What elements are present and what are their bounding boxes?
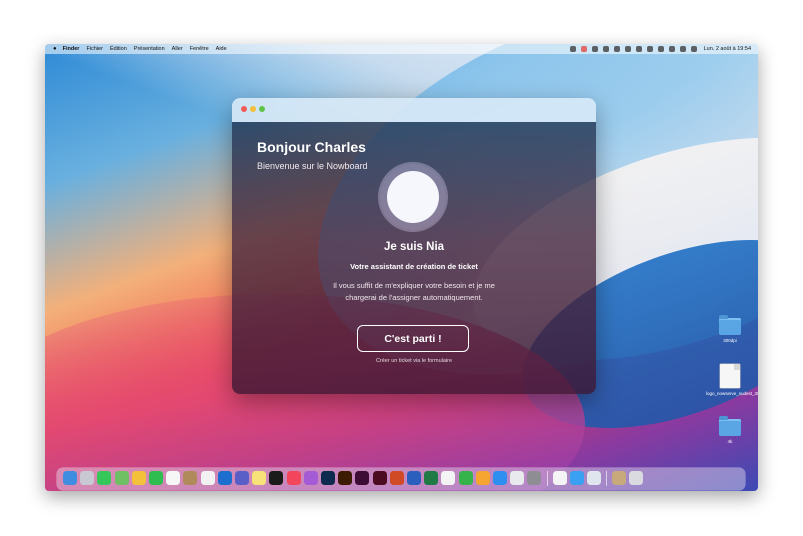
dock-app-store-icon[interactable] (493, 471, 507, 485)
folder-icon (719, 315, 741, 335)
folder-icon (719, 416, 741, 436)
status-app-icon[interactable] (602, 46, 609, 52)
assistant-name: Je suis Nia (383, 241, 445, 253)
assistant-avatar (380, 164, 446, 230)
dock-numbers-icon[interactable] (458, 471, 473, 485)
dock-tv-icon[interactable] (269, 471, 284, 485)
menu-go[interactable]: Aller (172, 46, 183, 52)
dock-podcasts-icon[interactable] (303, 471, 318, 485)
close-window-button[interactable] (241, 106, 247, 112)
dock-illustrator-icon[interactable] (338, 471, 353, 485)
dock-launchpad-icon[interactable] (80, 471, 95, 485)
assistant-role: Votre assistant de création de ticket (350, 262, 478, 271)
menu-view[interactable]: Présentation (134, 46, 165, 52)
control-center-icon[interactable] (679, 46, 686, 52)
assistant-avatar-circle (387, 171, 439, 223)
dock-trash-icon[interactable] (629, 471, 644, 485)
dock-maps-icon[interactable] (114, 471, 129, 485)
status-app-icon[interactable] (591, 46, 598, 52)
menu-app-name[interactable]: Finder (63, 46, 80, 52)
dock-chrome-icon[interactable] (510, 471, 525, 485)
dock-separator (606, 471, 608, 486)
dock-messages-icon[interactable] (97, 471, 112, 485)
menu-help[interactable]: Aide (216, 46, 227, 52)
minimize-window-button[interactable] (250, 106, 256, 112)
desktop-item-label: logo_nowserve_sudest_300dpi.eps (706, 391, 758, 396)
dock-photoshop-icon[interactable] (321, 471, 335, 485)
start-chat-button[interactable]: C'est parti ! (357, 325, 469, 352)
menu-window[interactable]: Fenêtre (190, 46, 209, 52)
dock-outlook-icon[interactable] (217, 471, 232, 485)
dock-pages-icon[interactable] (475, 471, 490, 485)
welcome-panel: Bonjour Charles Bienvenue sur le Nowboar… (232, 122, 596, 394)
search-icon[interactable] (668, 46, 675, 52)
menu-bar: ● Finder Fichier Édition Présentation Al… (45, 44, 758, 54)
dock-photos-icon[interactable] (131, 471, 146, 485)
dock-mail-icon[interactable] (569, 471, 584, 485)
desktop-item[interactable]: 4k (706, 416, 754, 445)
dock-facetime-icon[interactable] (149, 471, 163, 485)
document-icon (720, 364, 740, 388)
dock-music-icon[interactable] (286, 471, 301, 485)
dock-system-preferences-icon[interactable] (527, 471, 542, 485)
dock-reminders-icon[interactable] (200, 471, 215, 485)
dock-excel-icon[interactable] (424, 471, 439, 485)
dock-stocks-icon[interactable] (441, 471, 456, 485)
bluetooth-icon[interactable] (635, 46, 642, 52)
dock-downloads-stack-icon[interactable] (612, 471, 627, 485)
window-titlebar[interactable] (232, 98, 596, 122)
status-area: Lun. 2 août à 19:54 (569, 44, 751, 54)
welcome-subtitle: Bienvenue sur le Nowboard (257, 161, 368, 171)
status-app-icon[interactable] (580, 46, 587, 52)
desktop-item[interactable]: 300dpi (706, 315, 754, 344)
desktop-item-label: 300dpi (723, 338, 737, 343)
wifi-icon[interactable] (657, 46, 664, 52)
dock-contacts-icon[interactable] (183, 471, 198, 485)
dock-xd-icon[interactable] (355, 471, 370, 485)
dock-preview-icon[interactable] (587, 471, 601, 485)
dock-calendar-icon[interactable] (166, 471, 181, 485)
desktop-screen: ● Finder Fichier Édition Présentation Al… (45, 44, 758, 491)
status-app-icon[interactable] (569, 46, 576, 52)
dock-word-icon[interactable] (407, 471, 421, 485)
nowboard-window: Bonjour Charles Bienvenue sur le Nowboar… (232, 98, 596, 394)
dock-finder-icon[interactable] (63, 471, 77, 485)
desktop-item-label: 4k (727, 439, 733, 444)
zoom-window-button[interactable] (259, 106, 265, 112)
menu-clock[interactable]: Lun. 2 août à 19:54 (704, 46, 751, 52)
create-ticket-form-link[interactable]: Créer un ticket via le formulaire (232, 358, 596, 364)
apple-menu-icon[interactable]: ● (53, 46, 57, 52)
dock-notes-icon[interactable] (252, 471, 267, 485)
dock-powerpoint-icon[interactable] (389, 471, 404, 485)
greeting-title: Bonjour Charles (257, 139, 366, 155)
dock-icloud-icon[interactable] (552, 471, 567, 485)
menu-file[interactable]: Fichier (86, 46, 103, 52)
desktop-item[interactable]: logo_nowserve_sudest_300dpi.eps (706, 364, 758, 397)
siri-icon[interactable] (690, 46, 697, 52)
dock (57, 468, 745, 490)
menu-edit[interactable]: Édition (110, 46, 127, 52)
battery-icon[interactable] (624, 46, 631, 52)
assistant-description: Il vous suffit de m'expliquer votre beso… (333, 281, 495, 302)
dock-indesign-icon[interactable] (372, 471, 387, 485)
dock-separator (546, 471, 548, 486)
dock-teams-icon[interactable] (235, 471, 249, 485)
volume-icon[interactable] (646, 46, 653, 52)
status-app-icon[interactable] (613, 46, 620, 52)
